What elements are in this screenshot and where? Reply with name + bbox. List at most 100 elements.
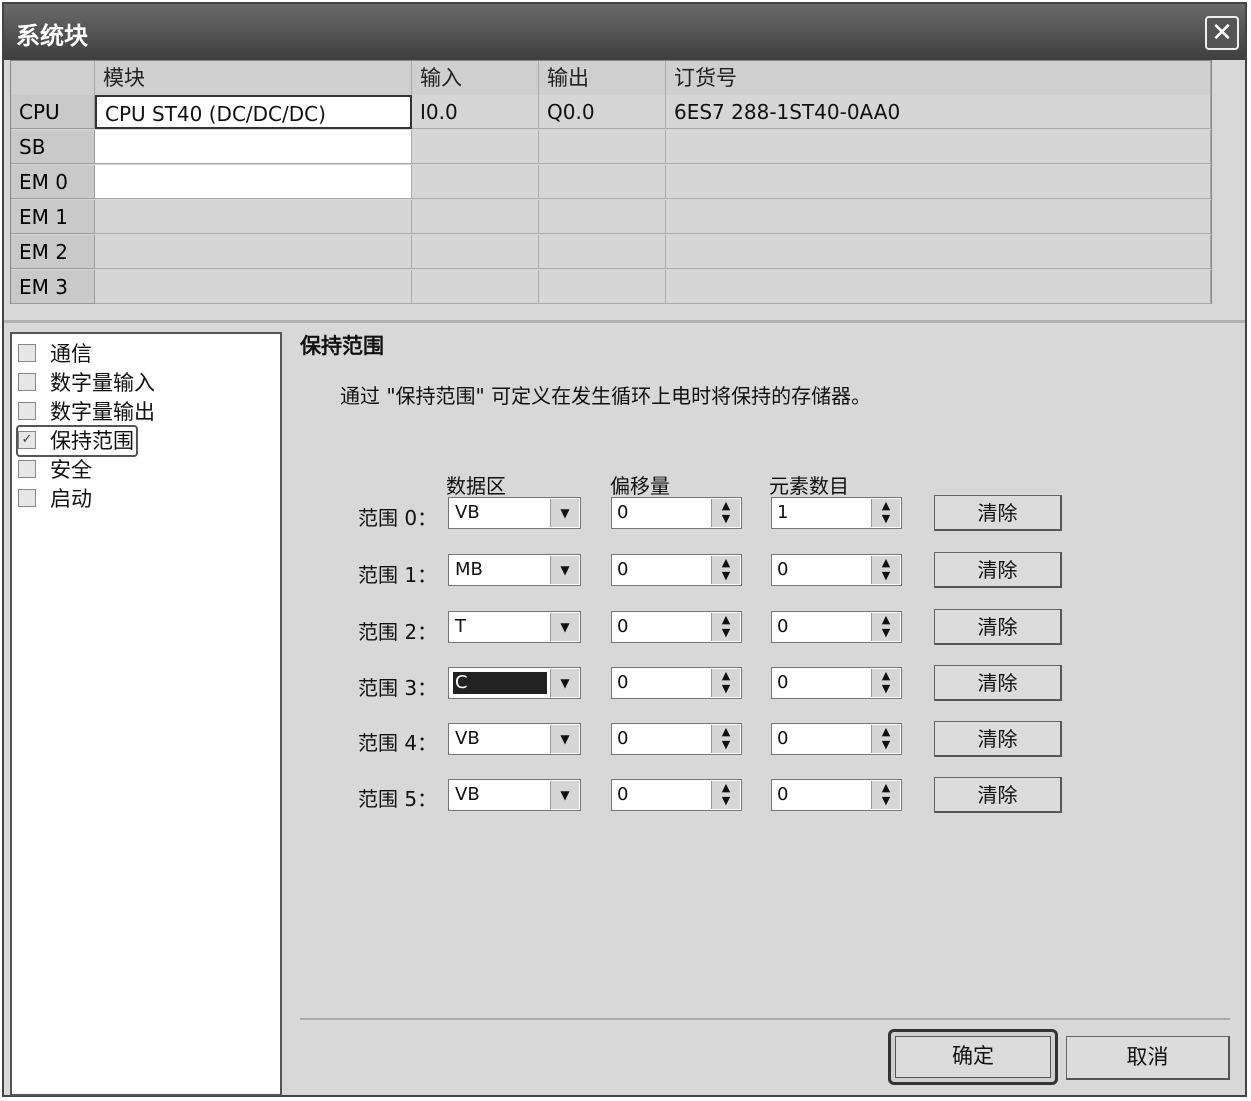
range-4-offset-spinner[interactable]: 0 ▲ ▼	[611, 723, 742, 755]
select-value: MB	[455, 559, 483, 580]
row-label-em1[interactable]: EM 1	[11, 200, 95, 234]
spinner-value: 0	[617, 728, 629, 749]
em1-module-cell[interactable]	[95, 200, 412, 234]
module-table: 模块 输入 输出 订货号 CPU CPU ST40 (DC/DC/DC) I0.…	[10, 60, 1212, 304]
range-0-offset-spinner[interactable]: 0 ▲ ▼	[611, 497, 742, 529]
range-0-label: 范围 0：	[358, 506, 438, 530]
em2-module-cell[interactable]	[95, 235, 412, 269]
range-1-label: 范围 1：	[358, 563, 438, 587]
section-title: 保持范围	[300, 334, 384, 358]
checkbox-checked-icon: ✓	[18, 431, 36, 449]
spinner-arrows-icon[interactable]: ▲ ▼	[711, 669, 740, 697]
range-1-count-spinner[interactable]: 0 ▲ ▼	[771, 554, 902, 586]
tree-item-digital-output[interactable]: 数字量输出	[18, 398, 155, 426]
col-header-count: 元素数目	[769, 474, 849, 498]
em0-module-cell[interactable]	[95, 165, 412, 199]
em0-input-cell	[412, 165, 539, 199]
spinner-arrows-icon[interactable]: ▲ ▼	[711, 725, 740, 753]
range-5-area-select[interactable]: VB ▼	[448, 779, 581, 811]
range-2-count-spinner[interactable]: 0 ▲ ▼	[771, 611, 902, 643]
spinner-arrows-icon[interactable]: ▲ ▼	[871, 499, 900, 527]
col-header-data-area: 数据区	[446, 474, 506, 498]
spinner-value: 0	[777, 784, 789, 805]
em2-output-cell	[539, 235, 666, 269]
ok-button[interactable]: 确定	[888, 1029, 1058, 1085]
tree-item-retentive[interactable]: ✓ 保持范围	[16, 425, 138, 457]
header-module: 模块	[95, 61, 412, 95]
pane-divider[interactable]	[4, 320, 1245, 323]
range-3-offset-spinner[interactable]: 0 ▲ ▼	[611, 667, 742, 699]
tree-item-digital-input[interactable]: 数字量输入	[18, 369, 155, 397]
range-3-clear-button[interactable]: 清除	[934, 665, 1062, 701]
tree-item-label: 启动	[50, 487, 92, 511]
dropdown-arrow-icon[interactable]: ▼	[550, 613, 579, 641]
tree-item-startup[interactable]: 启动	[18, 485, 92, 513]
tree-item-label: 保持范围	[50, 429, 134, 453]
tree-item-security[interactable]: 安全	[18, 456, 92, 484]
range-3-area-select[interactable]: C ▼	[448, 667, 581, 699]
dropdown-arrow-icon[interactable]: ▼	[550, 499, 579, 527]
spinner-arrows-icon[interactable]: ▲ ▼	[711, 499, 740, 527]
row-label-em2[interactable]: EM 2	[11, 235, 95, 269]
range-0-count-spinner[interactable]: 1 ▲ ▼	[771, 497, 902, 529]
range-4-count-spinner[interactable]: 0 ▲ ▼	[771, 723, 902, 755]
spinner-value: 0	[617, 502, 629, 523]
range-2-clear-button[interactable]: 清除	[934, 609, 1062, 645]
tree-item-label: 数字量输入	[50, 371, 155, 395]
select-value: VB	[455, 784, 480, 805]
range-1-clear-button[interactable]: 清除	[934, 552, 1062, 588]
range-5-count-spinner[interactable]: 0 ▲ ▼	[771, 779, 902, 811]
range-1-offset-spinner[interactable]: 0 ▲ ▼	[611, 554, 742, 586]
checkbox-icon	[18, 402, 36, 420]
range-0-clear-button[interactable]: 清除	[934, 495, 1062, 531]
em0-output-cell	[539, 165, 666, 199]
spinner-arrows-icon[interactable]: ▲ ▼	[871, 556, 900, 584]
range-0-area-select[interactable]: VB ▼	[448, 497, 581, 529]
dropdown-arrow-icon[interactable]: ▼	[550, 781, 579, 809]
range-2-label: 范围 2：	[358, 620, 438, 644]
tree-item-communication[interactable]: 通信	[18, 340, 92, 368]
em1-input-cell	[412, 200, 539, 234]
row-label-sb[interactable]: SB	[11, 130, 95, 164]
spinner-arrows-icon[interactable]: ▲ ▼	[871, 781, 900, 809]
em3-module-cell[interactable]	[95, 270, 412, 304]
range-1-area-select[interactable]: MB ▼	[448, 554, 581, 586]
dropdown-arrow-icon[interactable]: ▼	[550, 669, 579, 697]
tree-item-label: 安全	[50, 458, 92, 482]
range-3-label: 范围 3：	[358, 676, 438, 700]
spinner-arrows-icon[interactable]: ▲ ▼	[871, 725, 900, 753]
cpu-output-cell: Q0.0	[539, 95, 666, 129]
range-4-area-select[interactable]: VB ▼	[448, 723, 581, 755]
section-description: 通过 "保持范围" 可定义在发生循环上电时将保持的存储器。	[340, 384, 872, 408]
row-label-em3[interactable]: EM 3	[11, 270, 95, 304]
range-3-count-spinner[interactable]: 0 ▲ ▼	[771, 667, 902, 699]
range-5-offset-spinner[interactable]: 0 ▲ ▼	[611, 779, 742, 811]
spinner-value: 0	[617, 559, 629, 580]
spinner-arrows-icon[interactable]: ▲ ▼	[711, 781, 740, 809]
close-icon: ✕	[1211, 18, 1233, 48]
row-label-cpu[interactable]: CPU	[11, 95, 95, 129]
tree-item-label: 数字量输出	[50, 400, 155, 424]
em3-input-cell	[412, 270, 539, 304]
system-block-dialog: 系统块 ✕ 模块 输入 输出 订货号 CPU CPU ST40 (DC/DC/D…	[2, 2, 1247, 1097]
spinner-arrows-icon[interactable]: ▲ ▼	[871, 613, 900, 641]
spinner-value: 0	[777, 559, 789, 580]
select-value: VB	[455, 728, 480, 749]
range-4-clear-button[interactable]: 清除	[934, 721, 1062, 757]
cpu-module-cell[interactable]: CPU ST40 (DC/DC/DC)	[95, 95, 412, 129]
row-label-em0[interactable]: EM 0	[11, 165, 95, 199]
cancel-button[interactable]: 取消	[1066, 1036, 1230, 1080]
range-5-clear-button[interactable]: 清除	[934, 777, 1062, 813]
dropdown-arrow-icon[interactable]: ▼	[550, 725, 579, 753]
em3-order-cell	[666, 270, 1211, 304]
dropdown-arrow-icon[interactable]: ▼	[550, 556, 579, 584]
close-button[interactable]: ✕	[1205, 16, 1239, 50]
spinner-arrows-icon[interactable]: ▲ ▼	[711, 613, 740, 641]
sb-module-cell[interactable]	[95, 130, 412, 164]
range-2-area-select[interactable]: T ▼	[448, 611, 581, 643]
spinner-arrows-icon[interactable]: ▲ ▼	[711, 556, 740, 584]
spinner-value: 0	[617, 616, 629, 637]
range-2-offset-spinner[interactable]: 0 ▲ ▼	[611, 611, 742, 643]
header-order-no: 订货号	[666, 61, 1211, 95]
spinner-arrows-icon[interactable]: ▲ ▼	[871, 669, 900, 697]
